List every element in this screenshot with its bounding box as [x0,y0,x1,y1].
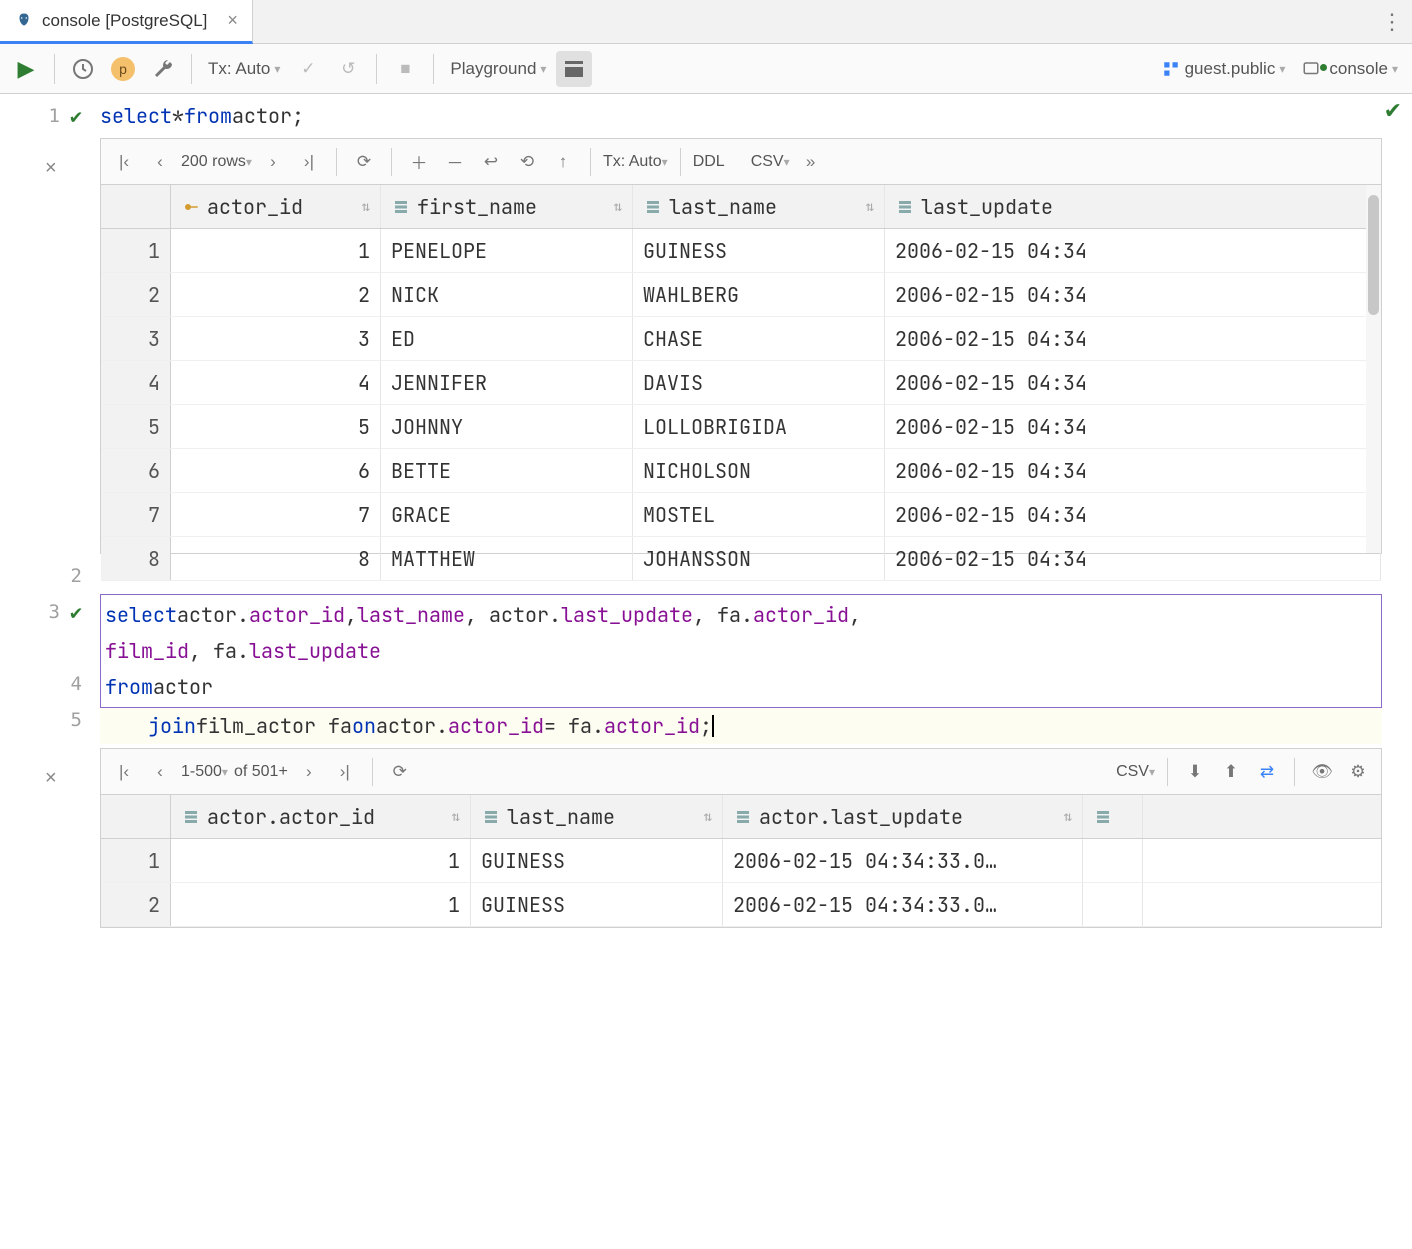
table-row[interactable]: 33EDCHASE2006-02-15 04:34 [101,317,1381,361]
compare-icon[interactable]: ⇄ [1252,762,1282,782]
column-icon [895,197,915,217]
csv-dropdown[interactable]: CSV ▾ [1116,763,1155,781]
highlighted-statement: select actor.actor_id, last_name, actor.… [100,594,1382,708]
tab-title: console [PostgreSQL] [42,11,207,31]
sql-editor[interactable]: 1✔ select * from actor; [0,94,1412,138]
table-row[interactable]: 66BETTENICHOLSON2006-02-15 04:34 [101,449,1381,493]
rollback-icon[interactable]: ↺ [330,51,366,87]
close-icon[interactable]: × [227,10,238,31]
session-label: console [1329,59,1388,79]
stop-icon[interactable]: ■ [387,51,423,87]
postgresql-icon [14,11,34,31]
editor-tabbar: console [PostgreSQL] × ⋮ [0,0,1412,44]
sql-toolbar: ▶ p Tx: Auto ▾ ✓ ↺ ■ Playground ▾ guest.… [0,44,1412,94]
sql-editor[interactable]: 2 3✔ 4 5 select actor.actor_id, last_nam… [0,554,1412,748]
import-icon[interactable]: ⬆ [1216,762,1246,782]
table-row[interactable]: 77GRACEMOSTEL2006-02-15 04:34 [101,493,1381,537]
console-icon [1301,59,1321,79]
row-count-dropdown[interactable]: 200 rows ▾ [181,153,252,171]
page-total-label: of 501+ [234,763,288,781]
gutter: 2 3✔ 4 5 [0,554,100,748]
column-icon [643,197,663,217]
reload-icon[interactable]: ⟳ [385,762,415,782]
sql-line-3[interactable]: select actor.actor_id, last_name, actor.… [105,597,1377,633]
result1-grid[interactable]: actor_id⇅ first_name⇅ last_name⇅ last_up… [101,185,1381,581]
column-icon [391,197,411,217]
schema-label: guest.public [1185,59,1276,79]
tx-dropdown[interactable]: Tx: Auto ▾ [603,153,668,171]
result-panel-2: × |‹ ‹ 1-500 ▾ of 501+ › ›| ⟳ CSV ▾ ⬇ ⬆ … [100,748,1382,928]
last-page-icon[interactable]: ›| [294,152,324,172]
page-range-dropdown[interactable]: 1-500 ▾ [181,763,228,781]
last-page-icon[interactable]: ›| [330,762,360,782]
settings-icon[interactable]: ⚙ [1343,762,1373,782]
revert-icon[interactable]: ↩ [476,152,506,172]
schema-icon [1161,59,1181,79]
in-editor-results-toggle[interactable] [556,51,592,87]
in-progress-icon[interactable]: p [105,51,141,87]
result1-toolbar: |‹ ‹ 200 rows ▾ › ›| ⟳ ＋ － ↩ ⟲ ↑ Tx: Aut… [101,139,1381,185]
more-icon[interactable]: » [796,152,826,172]
next-page-icon[interactable]: › [258,152,288,172]
table-row[interactable]: 88MATTHEWJOHANSSON2006-02-15 04:34 [101,537,1381,581]
first-page-icon[interactable]: |‹ [109,152,139,172]
table-row[interactable]: 21GUINESS2006-02-15 04:34:33.0… [101,883,1381,927]
inspection-ok-icon[interactable]: ✔ [1384,98,1402,124]
delete-row-icon[interactable]: － [440,149,470,174]
key-icon [181,197,201,217]
sql-line-3b[interactable]: film_id, fa.last_update [105,633,1377,669]
commit-icon[interactable]: ✓ [290,51,326,87]
playground-dropdown[interactable]: Playground ▾ [444,51,552,87]
tab-console[interactable]: console [PostgreSQL] × [0,0,253,44]
run-button[interactable]: ▶ [8,51,44,87]
next-page-icon[interactable]: › [294,762,324,782]
run-gutter-icon[interactable]: ✔ [70,104,82,128]
table-row[interactable]: 55JOHNNYLOLLOBRIGIDA2006-02-15 04:34 [101,405,1381,449]
run-gutter-icon[interactable]: ✔ [70,600,82,624]
close-result-icon[interactable]: × [45,767,57,790]
close-result-icon[interactable]: × [45,157,57,180]
sql-line-5[interactable]: join film_actor fa on actor.actor_id = f… [100,708,1382,744]
column-icon [1093,807,1113,827]
prev-page-icon[interactable]: ‹ [145,152,175,172]
session-dropdown[interactable]: console ▾ [1295,51,1404,87]
sql-line-1[interactable]: select * from actor; [100,98,1412,134]
column-icon [181,807,201,827]
table-row[interactable]: 11PENELOPEGUINESS2006-02-15 04:34 [101,229,1381,273]
tx-mode-dropdown[interactable]: Tx: Auto ▾ [202,51,286,87]
table-row[interactable]: 11GUINESS2006-02-15 04:34:33.0… [101,839,1381,883]
table-row[interactable]: 22NICKWAHLBERG2006-02-15 04:34 [101,273,1381,317]
schema-dropdown[interactable]: guest.public ▾ [1155,51,1292,87]
prev-page-icon[interactable]: ‹ [145,762,175,782]
table-row[interactable]: 44JENNIFERDAVIS2006-02-15 04:34 [101,361,1381,405]
ddl-button[interactable]: DDL [693,153,725,171]
export-icon[interactable]: ⬇ [1180,762,1210,782]
preview-changes-icon[interactable]: ⟲ [512,152,542,172]
add-row-icon[interactable]: ＋ [404,149,434,174]
sql-line-4[interactable]: from actor [105,669,1377,705]
result1-scrollbar[interactable] [1366,185,1381,553]
column-icon [481,807,501,827]
submit-icon[interactable]: ↑ [548,152,578,172]
csv-dropdown[interactable]: CSV ▾ [751,153,790,171]
gutter: 1✔ [0,94,100,138]
reload-icon[interactable]: ⟳ [349,152,379,172]
tx-mode-label: Tx: Auto [208,59,270,79]
view-icon[interactable]: 👁 [1307,762,1337,782]
wrench-icon[interactable] [145,51,181,87]
result2-grid[interactable]: actor.actor_id⇅ last_name⇅ actor.last_up… [101,795,1381,927]
result-panel-1: × |‹ ‹ 200 rows ▾ › ›| ⟳ ＋ － ↩ ⟲ ↑ Tx: A… [100,138,1382,554]
column-icon [733,807,753,827]
tab-options-icon[interactable]: ⋮ [1372,0,1412,43]
first-page-icon[interactable]: |‹ [109,762,139,782]
history-icon[interactable] [65,51,101,87]
playground-label: Playground [450,59,536,79]
result2-toolbar: |‹ ‹ 1-500 ▾ of 501+ › ›| ⟳ CSV ▾ ⬇ ⬆ ⇄ … [101,749,1381,795]
